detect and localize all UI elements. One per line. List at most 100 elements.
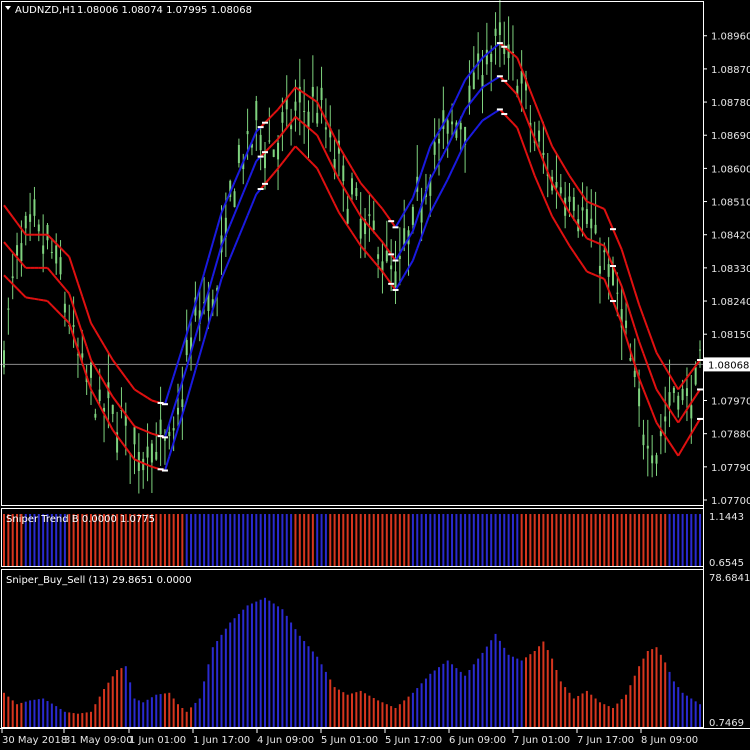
trend-bar: [525, 514, 527, 566]
candle-body: [472, 72, 475, 90]
trend-bar: [433, 514, 436, 566]
trend-bar: [203, 514, 206, 566]
buy-sell-bar: [172, 698, 175, 727]
buy-sell-bar: [403, 700, 406, 727]
current-price-label: 1.08068: [708, 360, 749, 371]
candle-body: [7, 308, 10, 310]
buy-sell-bar: [103, 689, 106, 727]
mt4-chart[interactable]: 1.08960 1.08870 1.08780 1.08690 1.08600 1.085…: [0, 0, 750, 750]
price-tick-label: 1.07790: [711, 463, 750, 474]
buy-sell-bar: [525, 657, 527, 727]
trend-bar: [168, 514, 171, 566]
candle-body: [272, 149, 275, 157]
candle-body: [446, 120, 449, 134]
buy-sell-bar: [485, 646, 488, 727]
buy-sell-bar: [546, 650, 549, 727]
time-tick-label: 4 Jun 09:00: [257, 735, 314, 746]
candle-body: [677, 395, 680, 410]
candle-body: [172, 428, 175, 431]
band-signal-dot: [697, 358, 703, 361]
buy-sell-bar: [555, 670, 558, 727]
price-tick-label: 1.08510: [711, 198, 750, 209]
buy-sell-bar: [311, 651, 314, 727]
band-signal-dot: [392, 288, 399, 291]
band-signal-dot: [392, 259, 399, 262]
buy-sell-bar: [381, 702, 384, 727]
buy-sell-bar: [320, 664, 323, 727]
candle-body: [311, 86, 314, 97]
buy-sell-bar: [620, 699, 623, 727]
band-lower-segment: [34, 297, 39, 301]
trend-bar: [651, 514, 654, 566]
buy-sell-bar: [203, 681, 206, 727]
candle-body: [498, 22, 501, 36]
trend-bar: [559, 514, 562, 566]
candle-body: [320, 87, 323, 101]
candle-body: [581, 207, 584, 211]
candle-body: [485, 49, 488, 65]
buy-sell-bar: [581, 693, 584, 727]
band-signal-dot: [610, 228, 616, 231]
trend-bar: [277, 514, 280, 566]
buy-sell-bar: [585, 690, 588, 727]
buy-sell-bar: [377, 700, 380, 727]
trend-bar: [516, 514, 519, 566]
trend-bar: [546, 514, 549, 566]
candle-body: [598, 265, 601, 274]
price-tick-label: 1.08960: [711, 32, 750, 43]
band-signal-dot: [496, 108, 503, 111]
buy-sell-bar: [98, 696, 101, 727]
candle-body: [494, 28, 497, 36]
buy-sell-bar: [190, 707, 193, 727]
band-signal-dot: [161, 469, 168, 472]
buy-sell-bar: [468, 670, 471, 727]
trend-bar: [555, 514, 558, 566]
buy-sell-bar: [316, 656, 319, 727]
buy-sell-bar: [81, 713, 84, 727]
buy-sell-bar: [24, 701, 27, 727]
band-signal-dot: [388, 253, 395, 256]
buy-sell-bar: [133, 698, 136, 727]
trend-bar: [564, 514, 567, 566]
candle-body: [625, 320, 628, 328]
trend-bar: [177, 514, 179, 566]
candle-body: [377, 254, 380, 259]
trend-bar: [590, 514, 593, 566]
buy-sell-bar: [63, 711, 66, 727]
trend-bar: [638, 514, 641, 566]
trend-bar: [490, 514, 493, 566]
buy-sell-bar: [433, 670, 436, 727]
trend-bar: [677, 514, 680, 566]
trend-bar: [642, 514, 645, 566]
buy-sell-bar: [268, 600, 271, 727]
price-tick-label: 1.07880: [711, 430, 750, 441]
buy-sell-bar: [551, 658, 554, 727]
trend-bar: [351, 514, 353, 566]
trend-bar: [455, 514, 458, 566]
buy-sell-bar: [177, 704, 179, 727]
buy-sell-bar: [494, 633, 497, 727]
buy-sell-bar: [42, 698, 45, 727]
trend-bar: [216, 514, 219, 566]
buy-sell-bar: [690, 698, 693, 727]
trend-bar: [385, 514, 388, 566]
buy-sell-bar: [116, 670, 119, 727]
trend-bar: [503, 514, 506, 566]
candle-body: [155, 451, 158, 460]
candle-body: [585, 209, 588, 224]
candle-body: [351, 178, 353, 195]
buy-sell-bar: [142, 702, 145, 727]
candle-body: [46, 224, 49, 241]
buy-sell-bar: [372, 698, 375, 727]
trend-bar: [690, 514, 693, 566]
candle-body: [81, 353, 84, 358]
buysell-min-label: 0.7469: [709, 718, 744, 729]
buy-sell-bar: [699, 704, 701, 727]
price-tick-label: 1.08240: [711, 297, 750, 308]
band-signal-dot: [161, 436, 168, 439]
buy-sell-bar: [459, 671, 462, 727]
buy-sell-bar: [685, 695, 688, 727]
buy-sell-bar: [281, 609, 284, 727]
trend-bar: [372, 514, 375, 566]
trend-bar: [298, 514, 301, 566]
